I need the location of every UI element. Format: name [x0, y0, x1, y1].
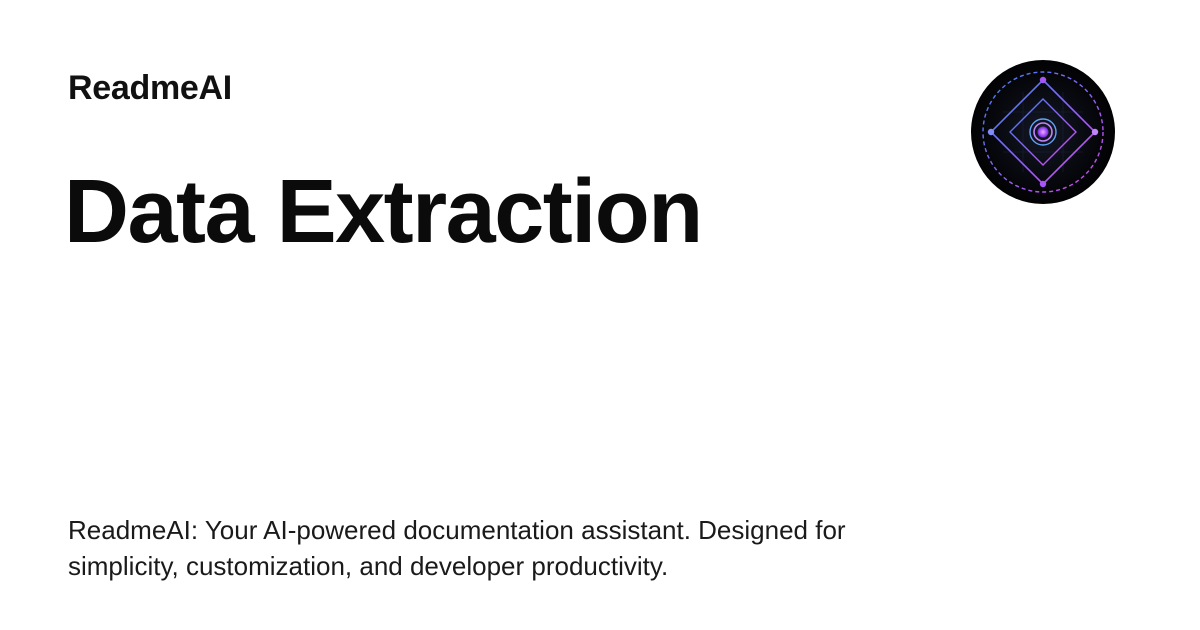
diamond-target-icon [971, 60, 1115, 204]
logo [970, 59, 1116, 205]
page-title: Data Extraction [64, 162, 703, 262]
brand-name: ReadmeAI [68, 69, 232, 107]
page-description: ReadmeAI: Your AI-powered documentation … [68, 515, 846, 581]
